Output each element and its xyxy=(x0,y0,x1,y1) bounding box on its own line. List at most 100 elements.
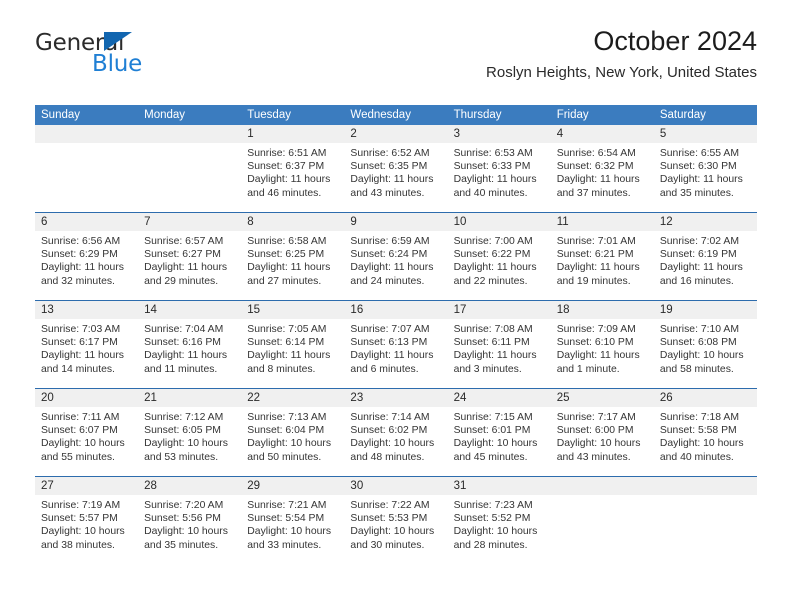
day-detail-line: Daylight: 10 hours xyxy=(41,438,125,450)
day-detail-line: Sunset: 5:52 PM xyxy=(453,513,531,525)
day-cell[interactable]: Sunrise: 7:08 AM Sunset: 6:11 PM Daylight:… xyxy=(448,319,551,388)
day-detail-line: and 43 minutes. xyxy=(350,187,425,199)
day-detail-line: and 55 minutes. xyxy=(41,451,115,463)
day-detail-line: and 35 minutes. xyxy=(144,539,219,551)
day-number[interactable]: 19 xyxy=(654,301,757,319)
calendar-week-row: 1 2 3 4 5 Sunrise: 6:51 AM Sunset: 6:37 PM Dayl… xyxy=(35,125,757,212)
day-cell[interactable]: Sunrise: 7:22 AM Sunset: 5:53 PM Daylight:… xyxy=(344,495,447,564)
day-cell[interactable]: Sunrise: 7:10 AM Sunset: 6:08 PM Daylight:… xyxy=(654,319,757,388)
day-number[interactable]: 18 xyxy=(551,301,654,319)
day-detail-line: Sunrise: 6:54 AM xyxy=(556,148,636,159)
general-blue-logo[interactable]: General Blue xyxy=(35,30,215,86)
calendar-weeks: 1 2 3 4 5 Sunrise: 6:51 AM Sunset: 6:37 PM Dayl… xyxy=(35,125,757,564)
day-detail-line: Daylight: 11 hours xyxy=(659,174,743,186)
day-number[interactable]: 21 xyxy=(138,389,241,407)
day-number[interactable]: 13 xyxy=(35,301,138,319)
day-cell[interactable]: Sunrise: 7:23 AM Sunset: 5:52 PM Daylight:… xyxy=(448,495,551,564)
day-detail-line: Daylight: 11 hours xyxy=(556,262,640,274)
day-cell[interactable]: Sunrise: 7:21 AM Sunset: 5:54 PM Daylight:… xyxy=(241,495,344,564)
day-number[interactable]: 24 xyxy=(448,389,551,407)
day-detail-line: and 46 minutes. xyxy=(247,187,322,199)
day-detail-line: Sunrise: 6:53 AM xyxy=(453,148,533,159)
day-cell[interactable]: Sunrise: 7:04 AM Sunset: 6:16 PM Daylight:… xyxy=(138,319,241,388)
day-detail-line: Sunset: 6:32 PM xyxy=(556,161,634,173)
day-detail-line: Sunset: 6:16 PM xyxy=(144,337,221,349)
day-number[interactable]: 2 xyxy=(344,125,447,143)
day-number[interactable]: 6 xyxy=(35,213,138,231)
day-number[interactable]: 27 xyxy=(35,477,138,495)
day-number[interactable]: 1 xyxy=(241,125,344,143)
day-cell[interactable]: Sunrise: 7:19 AM Sunset: 5:57 PM Daylight:… xyxy=(35,495,138,564)
day-detail-line: and 40 minutes. xyxy=(659,451,734,463)
day-detail-line: and 6 minutes. xyxy=(350,363,419,375)
day-cell[interactable]: Sunrise: 7:00 AM Sunset: 6:22 PM Daylight:… xyxy=(448,231,551,300)
day-detail-line: and 33 minutes. xyxy=(247,539,322,551)
day-cell[interactable]: Sunrise: 7:14 AM Sunset: 6:02 PM Daylight:… xyxy=(344,407,447,476)
day-number-strip: 12345 xyxy=(35,125,757,143)
day-cell[interactable]: Sunrise: 7:01 AM Sunset: 6:21 PM Daylight:… xyxy=(551,231,654,300)
day-number[interactable]: 15 xyxy=(241,301,344,319)
calendar-week-row: 20 21 22 23 24 25 26 Sunrise: 7:11 AM Sunset: 6:… xyxy=(35,388,757,476)
day-cell[interactable]: Sunrise: 7:13 AM Sunset: 6:04 PM Daylight:… xyxy=(241,407,344,476)
day-number[interactable]: 26 xyxy=(654,389,757,407)
day-number[interactable]: 29 xyxy=(241,477,344,495)
day-number[interactable]: 17 xyxy=(448,301,551,319)
day-cell[interactable]: Sunrise: 7:05 AM Sunset: 6:14 PM Daylight:… xyxy=(241,319,344,388)
day-number[interactable]: 20 xyxy=(35,389,138,407)
day-number[interactable]: 9 xyxy=(344,213,447,231)
day-number[interactable]: 25 xyxy=(551,389,654,407)
day-cell[interactable]: Sunrise: 6:51 AM Sunset: 6:37 PM Daylight:… xyxy=(241,143,344,212)
day-cell[interactable]: Sunrise: 7:03 AM Sunset: 6:17 PM Daylight:… xyxy=(35,319,138,388)
day-cell[interactable]: Sunrise: 6:53 AM Sunset: 6:33 PM Daylight:… xyxy=(448,143,551,212)
day-number[interactable]: 3 xyxy=(448,125,551,143)
day-detail-line: Sunset: 6:29 PM xyxy=(41,249,118,261)
day-number[interactable]: 14 xyxy=(138,301,241,319)
day-detail-line: and 24 minutes. xyxy=(350,275,425,287)
page-header: General Blue October 2024 Roslyn Heights… xyxy=(35,24,757,96)
day-cell[interactable]: Sunrise: 6:55 AM Sunset: 6:30 PM Daylight:… xyxy=(654,143,757,212)
day-number[interactable]: 30 xyxy=(344,477,447,495)
day-cell[interactable]: Sunrise: 7:17 AM Sunset: 6:00 PM Daylight:… xyxy=(551,407,654,476)
day-cell[interactable]: Sunrise: 7:02 AM Sunset: 6:19 PM Daylight:… xyxy=(654,231,757,300)
day-cell[interactable]: Sunrise: 7:11 AM Sunset: 6:07 PM Daylight:… xyxy=(35,407,138,476)
day-detail-line: Daylight: 11 hours xyxy=(556,350,640,362)
weekday-header-thursday: Thursday xyxy=(453,109,502,121)
day-detail-line: and 50 minutes. xyxy=(247,451,322,463)
empty-day-cell xyxy=(35,143,138,212)
day-number[interactable]: 12 xyxy=(654,213,757,231)
day-detail-line: and 53 minutes. xyxy=(144,451,219,463)
day-detail-line: Sunset: 6:24 PM xyxy=(350,249,428,261)
day-number[interactable]: 5 xyxy=(654,125,757,143)
day-cell[interactable]: Sunrise: 6:59 AM Sunset: 6:24 PM Daylight:… xyxy=(344,231,447,300)
day-cell[interactable]: Sunrise: 7:18 AM Sunset: 5:58 PM Daylight:… xyxy=(654,407,757,476)
day-number[interactable]: 23 xyxy=(344,389,447,407)
day-detail-line: and 1 minute. xyxy=(556,363,620,375)
day-number[interactable]: 31 xyxy=(448,477,551,495)
day-cell[interactable]: Sunrise: 7:07 AM Sunset: 6:13 PM Daylight:… xyxy=(344,319,447,388)
day-detail-line: Sunrise: 6:57 AM xyxy=(144,236,224,247)
day-detail-line: Sunset: 5:58 PM xyxy=(659,425,737,437)
day-number[interactable]: 11 xyxy=(551,213,654,231)
day-cell[interactable]: Sunrise: 7:12 AM Sunset: 6:05 PM Daylight:… xyxy=(138,407,241,476)
day-cell[interactable]: Sunrise: 6:54 AM Sunset: 6:32 PM Daylight:… xyxy=(551,143,654,212)
day-cell[interactable]: Sunrise: 7:15 AM Sunset: 6:01 PM Daylight:… xyxy=(448,407,551,476)
day-number[interactable]: 22 xyxy=(241,389,344,407)
day-detail-line: and 30 minutes. xyxy=(350,539,425,551)
day-number[interactable]: 28 xyxy=(138,477,241,495)
day-number[interactable]: 4 xyxy=(551,125,654,143)
day-cell[interactable]: Sunrise: 7:09 AM Sunset: 6:10 PM Daylight:… xyxy=(551,319,654,388)
day-number[interactable]: 8 xyxy=(241,213,344,231)
day-cell[interactable]: Sunrise: 6:56 AM Sunset: 6:29 PM Daylight:… xyxy=(35,231,138,300)
triangle-icon xyxy=(104,32,132,51)
day-cell[interactable]: Sunrise: 7:20 AM Sunset: 5:56 PM Daylight:… xyxy=(138,495,241,564)
day-detail-line: Sunset: 6:19 PM xyxy=(659,249,737,261)
day-cell[interactable]: Sunrise: 6:57 AM Sunset: 6:27 PM Daylight:… xyxy=(138,231,241,300)
day-number[interactable]: 10 xyxy=(448,213,551,231)
day-cell[interactable]: Sunrise: 6:52 AM Sunset: 6:35 PM Daylight:… xyxy=(344,143,447,212)
day-number[interactable]: 7 xyxy=(138,213,241,231)
day-detail-line: Sunrise: 7:23 AM xyxy=(453,500,533,511)
day-cell[interactable]: Sunrise: 6:58 AM Sunset: 6:25 PM Daylight:… xyxy=(241,231,344,300)
empty-day-number xyxy=(551,477,654,495)
day-number[interactable]: 16 xyxy=(344,301,447,319)
day-detail-line: Sunset: 6:30 PM xyxy=(659,161,737,173)
